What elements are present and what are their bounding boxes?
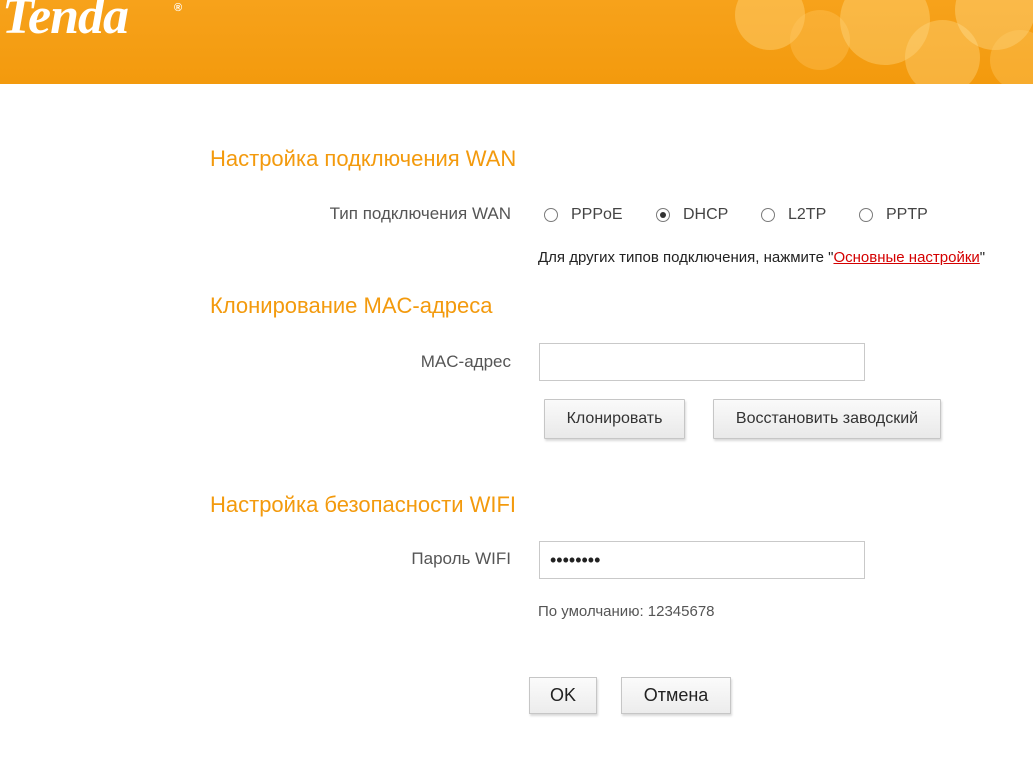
radio-l2tp-label: L2TP bbox=[788, 206, 827, 223]
radio-pptp[interactable]: PPTP bbox=[859, 204, 928, 226]
radio-pptp-label: PPTP bbox=[886, 206, 928, 223]
mac-address-input[interactable] bbox=[539, 343, 865, 381]
header-banner: Tenda ® bbox=[0, 0, 1033, 84]
radio-dhcp-label: DHCP bbox=[683, 206, 729, 223]
radio-pptp-circle[interactable] bbox=[859, 208, 873, 222]
wifi-password-input[interactable] bbox=[539, 541, 865, 579]
radio-dhcp[interactable]: DHCP bbox=[656, 204, 728, 226]
radio-pppoe-label: PPPoE bbox=[571, 206, 623, 223]
radio-pppoe[interactable]: PPPoE bbox=[544, 204, 623, 226]
registered-mark: ® bbox=[174, 2, 183, 14]
radio-dhcp-circle[interactable] bbox=[656, 208, 670, 222]
ok-button[interactable]: OK bbox=[529, 677, 597, 714]
radio-l2tp[interactable]: L2TP bbox=[761, 204, 826, 226]
wifi-password-label: Пароль WIFI bbox=[411, 549, 511, 568]
mac-address-label: MAC-адрес bbox=[420, 352, 511, 371]
wan-section-title: Настройка подключения WAN bbox=[210, 146, 517, 171]
wan-type-label: Тип подключения WAN bbox=[329, 204, 511, 223]
cancel-button[interactable]: Отмена bbox=[621, 677, 731, 714]
clone-button[interactable]: Клонировать bbox=[544, 399, 685, 439]
radio-l2tp-circle[interactable] bbox=[761, 208, 775, 222]
note-suffix: " bbox=[979, 249, 986, 266]
mac-section-title: Клонирование MAC-адреса bbox=[210, 293, 493, 318]
note-prefix: Для других типов подключения, нажмите " bbox=[538, 249, 834, 266]
other-types-note: Для других типов подключения, нажмите "О… bbox=[538, 249, 985, 266]
tenda-logo: Tenda bbox=[2, 0, 129, 45]
default-password-hint: По умолчанию: 12345678 bbox=[538, 603, 715, 620]
radio-pppoe-circle[interactable] bbox=[544, 208, 558, 222]
basic-settings-link[interactable]: Основные настройки bbox=[833, 249, 979, 266]
restore-default-button[interactable]: Восстановить заводский bbox=[713, 399, 941, 439]
wifi-section-title: Настройка безопасности WIFI bbox=[210, 492, 517, 517]
